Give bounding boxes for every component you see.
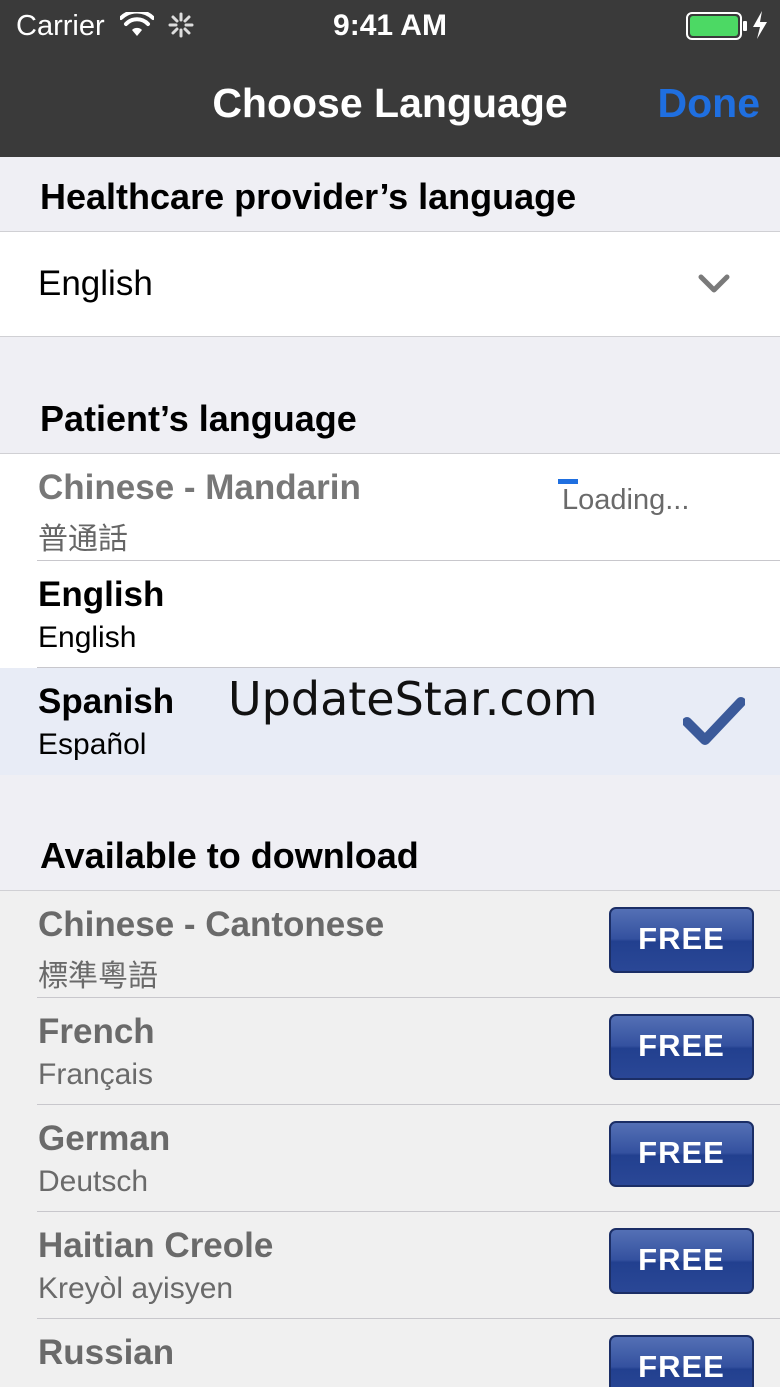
language-name: Chinese - Mandarin	[38, 468, 361, 507]
patient-section-header: Patient’s language	[40, 398, 357, 439]
language-name: German	[38, 1119, 171, 1158]
provider-language-group: English	[0, 231, 780, 337]
free-download-button[interactable]: FREE	[609, 907, 754, 973]
loading-status: Loading...	[562, 484, 690, 516]
language-native-name: English	[38, 621, 137, 654]
navigation-bar: Carrier 9:41 AM Choose Language Done	[0, 0, 780, 157]
download-section-header: Available to download	[40, 835, 419, 876]
language-name: Haitian Creole	[38, 1226, 274, 1265]
language-native-name: Kreyòl ayisyen	[38, 1272, 234, 1305]
free-download-button[interactable]: FREE	[609, 1014, 754, 1080]
language-native-name: 標準粵語	[38, 960, 158, 993]
watermark: UpdateStar.com	[228, 672, 598, 726]
language-name: Chinese - Cantonese	[38, 905, 385, 944]
language-native-name: Español	[38, 728, 147, 761]
language-name: French	[38, 1012, 155, 1051]
free-download-button[interactable]: FREE	[609, 1121, 754, 1187]
done-button[interactable]: Done	[658, 80, 761, 127]
language-native-name: Deutsch	[38, 1165, 149, 1198]
download-language-list: Chinese - Cantonese 標準粵語 FREE French Fra…	[0, 890, 780, 1387]
free-download-button[interactable]: FREE	[609, 1335, 754, 1387]
checkmark-icon	[683, 697, 745, 745]
provider-section-header: Healthcare provider’s language	[40, 176, 577, 217]
download-language-item: Haitian Creole Kreyòl ayisyen FREE	[0, 1212, 780, 1319]
status-bar: Carrier 9:41 AM	[0, 0, 780, 54]
language-name: English	[38, 575, 165, 614]
language-native-name: 普通話	[38, 523, 128, 556]
charging-bolt-icon	[753, 11, 767, 39]
download-language-item: French Français FREE	[0, 998, 780, 1105]
status-time: 9:41 AM	[333, 9, 447, 42]
language-name: Russian	[38, 1333, 175, 1372]
download-language-item: Russian FREE	[0, 1319, 780, 1387]
chevron-down-icon	[698, 274, 730, 293]
language-name: Spanish	[38, 682, 175, 721]
patient-language-item[interactable]: English English	[0, 561, 780, 668]
free-download-button[interactable]: FREE	[609, 1228, 754, 1294]
download-language-item: Chinese - Cantonese 標準粵語 FREE	[0, 891, 780, 998]
battery-icon	[686, 12, 747, 40]
provider-language-selector[interactable]: English	[0, 232, 780, 336]
language-native-name: Français	[38, 1058, 154, 1091]
download-language-item: German Deutsch FREE	[0, 1105, 780, 1212]
provider-language-value: English	[38, 264, 153, 303]
patient-language-item[interactable]: Chinese - Mandarin 普通話 Loading...	[0, 454, 780, 561]
